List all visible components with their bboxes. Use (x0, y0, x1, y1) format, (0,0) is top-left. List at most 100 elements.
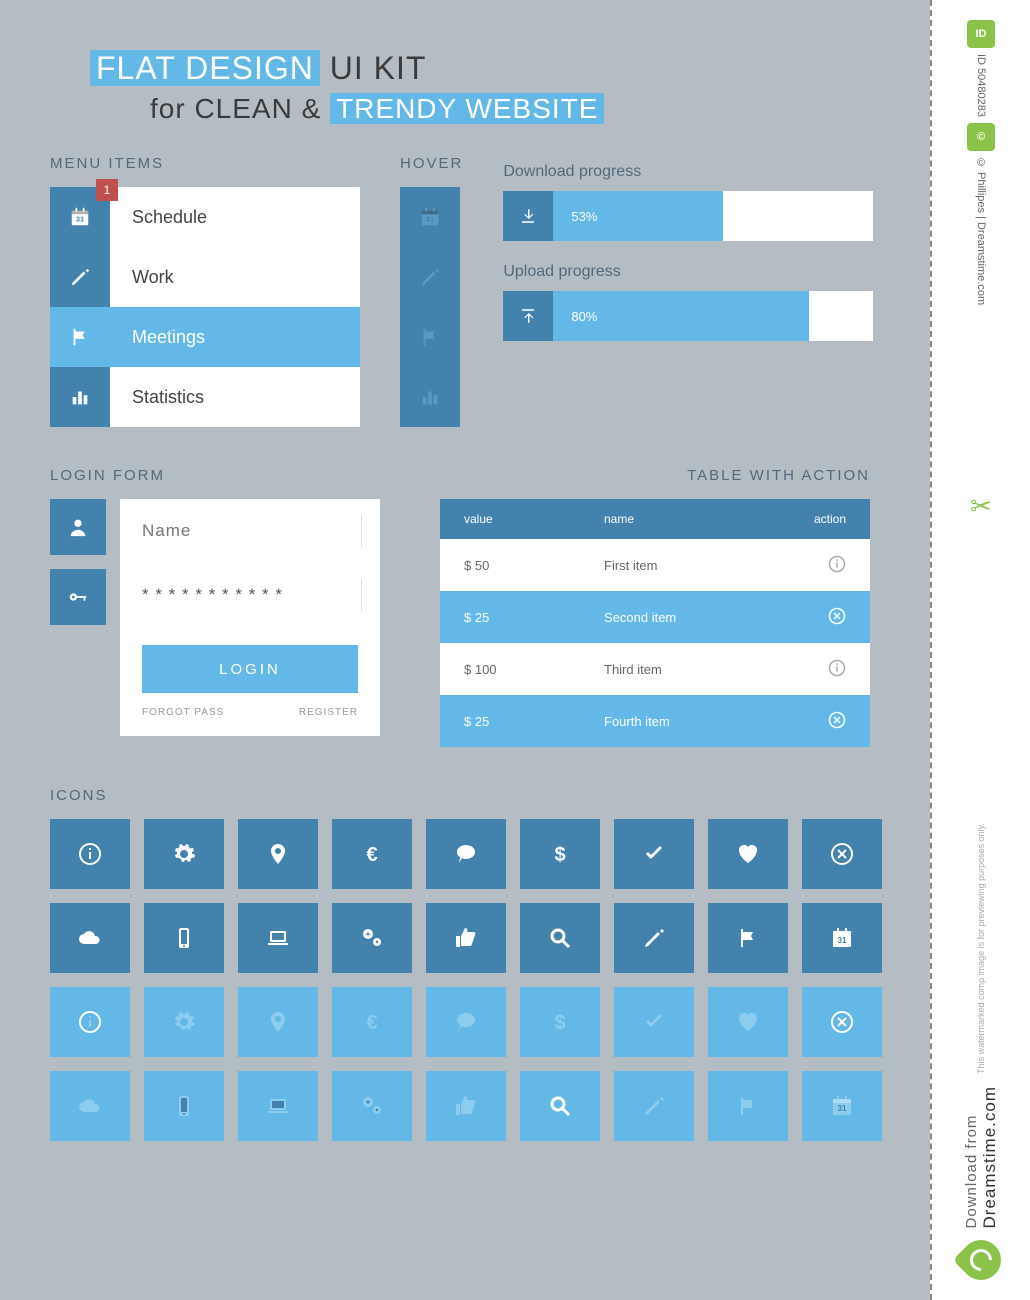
cloud-icon[interactable] (50, 903, 130, 973)
table-cell-name: Fourth item (604, 714, 786, 729)
menu-badge: 1 (96, 179, 118, 201)
chat-icon[interactable] (426, 819, 506, 889)
cancel-action-icon[interactable] (828, 711, 846, 732)
key-icon (50, 569, 106, 625)
search-icon[interactable] (520, 1071, 600, 1141)
euro-icon[interactable] (332, 819, 412, 889)
pin-icon[interactable] (238, 819, 318, 889)
download-progress-bar: 53% (503, 191, 873, 241)
id-badge-icon: ID (967, 20, 995, 48)
dollar-icon[interactable] (520, 987, 600, 1057)
credit-text: © Phillipes | Dreamstime.com (975, 157, 987, 305)
hover-bars-icon[interactable] (400, 367, 460, 427)
table-row: $ 25Second item (440, 591, 870, 643)
info-icon[interactable] (50, 987, 130, 1057)
hover-flag-icon[interactable] (400, 307, 460, 367)
calendar-icon[interactable] (802, 903, 882, 973)
laptop-icon[interactable] (238, 903, 318, 973)
copyright-badge-icon: © (967, 123, 995, 151)
hover-pencil-icon[interactable] (400, 247, 460, 307)
hover-column (400, 187, 460, 427)
page-subtitle: for CLEAN & TRENDY WEBSITE (150, 93, 880, 125)
phone-icon[interactable] (144, 903, 224, 973)
pencil-icon[interactable] (614, 903, 694, 973)
cancel-icon[interactable] (802, 819, 882, 889)
chat-icon[interactable] (426, 987, 506, 1057)
pencil-icon[interactable] (614, 1071, 694, 1141)
menu-item-meetings[interactable]: Meetings (50, 307, 360, 367)
euro-icon[interactable] (332, 987, 412, 1057)
table-cell-value: $ 25 (464, 610, 604, 625)
table-cell-value: $ 100 (464, 662, 604, 677)
info-icon[interactable] (50, 819, 130, 889)
table-cell-value: $ 25 (464, 714, 604, 729)
image-id: ID 50480283 (975, 54, 987, 117)
laptop-icon[interactable] (238, 1071, 318, 1141)
scissors-icon: ✂ (970, 491, 992, 522)
gear-icon[interactable] (144, 819, 224, 889)
watermark-note: This watermarked comp image is for previ… (976, 823, 986, 1074)
check-icon[interactable] (614, 819, 694, 889)
menu-item-statistics[interactable]: Statistics (50, 367, 360, 427)
like-icon[interactable] (426, 1071, 506, 1141)
menu-item-schedule[interactable]: 1Schedule (50, 187, 360, 247)
flag-icon (50, 307, 110, 367)
menu-item-work[interactable]: Work (50, 247, 360, 307)
cancel-action-icon[interactable] (828, 607, 846, 628)
section-menu-label: MENU ITEMS (50, 155, 360, 172)
hover-calendar-icon[interactable] (400, 187, 460, 247)
section-table-label: TABLE WITH ACTION (440, 467, 870, 484)
download-icon (503, 191, 553, 241)
watermark-sidebar: ID ID 50480283 © © Phillipes | Dreamstim… (930, 0, 1030, 1300)
cancel-icon[interactable] (802, 987, 882, 1057)
phone-icon[interactable] (144, 1071, 224, 1141)
calendar-icon[interactable] (802, 1071, 882, 1141)
download-progress-value: 53% (571, 209, 597, 224)
table-header: value name action (440, 499, 870, 539)
menu-item-label: Work (110, 247, 360, 307)
info-action-icon[interactable] (828, 555, 846, 576)
menu-item-label: Schedule (110, 187, 360, 247)
pencil-icon (50, 247, 110, 307)
gears-icon[interactable] (332, 903, 412, 973)
heart-icon[interactable] (708, 987, 788, 1057)
like-icon[interactable] (426, 903, 506, 973)
menu-item-label: Statistics (110, 367, 360, 427)
page-title: FLAT DESIGN UI KIT (90, 50, 880, 87)
table-cell-name: Third item (604, 662, 786, 677)
dreamstime-logo-icon (953, 1232, 1010, 1289)
heart-icon[interactable] (708, 819, 788, 889)
table-row: $ 100Third item (440, 643, 870, 695)
upload-progress-value: 80% (571, 309, 597, 324)
upload-progress-bar: 80% (503, 291, 873, 341)
gear-icon[interactable] (144, 987, 224, 1057)
gears-icon[interactable] (332, 1071, 412, 1141)
check-icon[interactable] (614, 987, 694, 1057)
flag-icon[interactable] (708, 903, 788, 973)
download-from-text: Download fromDreamstime.com (963, 1086, 1000, 1228)
menu-item-label: Meetings (110, 307, 360, 367)
login-form: LOGIN FORGOT PASS REGISTER (120, 499, 380, 736)
table-row: $ 25Fourth item (440, 695, 870, 747)
section-login-label: LOGIN FORM (50, 467, 400, 484)
password-field[interactable] (142, 585, 358, 605)
section-hover-label: HOVER (400, 155, 463, 172)
table-cell-name: First item (604, 558, 786, 573)
dollar-icon[interactable] (520, 819, 600, 889)
pin-icon[interactable] (238, 987, 318, 1057)
forgot-pass-link[interactable]: FORGOT PASS (142, 707, 224, 718)
section-icons-label: ICONS (50, 787, 880, 804)
download-progress-label: Download progress (503, 163, 873, 181)
menu: 1ScheduleWorkMeetingsStatistics (50, 187, 360, 427)
bars-icon (50, 367, 110, 427)
cloud-icon[interactable] (50, 1071, 130, 1141)
upload-icon (503, 291, 553, 341)
register-link[interactable]: REGISTER (299, 707, 358, 718)
flag-icon[interactable] (708, 1071, 788, 1141)
info-action-icon[interactable] (828, 659, 846, 680)
login-button[interactable]: LOGIN (142, 645, 358, 693)
table-cell-value: $ 50 (464, 558, 604, 573)
name-field[interactable] (142, 521, 358, 541)
user-icon (50, 499, 106, 555)
search-icon[interactable] (520, 903, 600, 973)
